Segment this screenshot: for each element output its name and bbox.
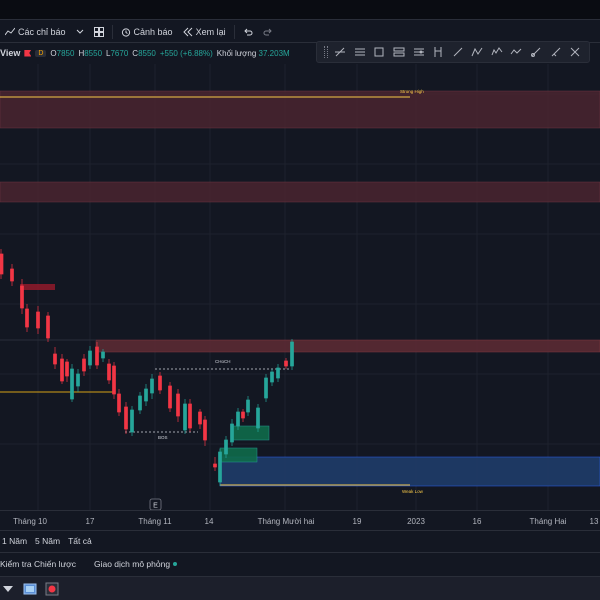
open-value: 7850	[56, 48, 75, 58]
symbol-name[interactable]: View	[0, 48, 20, 58]
close-value: 8550	[138, 48, 156, 58]
chart-toolbar: Các chỉ báo Cảnh báo Xem lại	[0, 21, 600, 43]
start-icon[interactable]	[0, 581, 16, 597]
trend-line-tool-icon[interactable]	[451, 45, 465, 59]
drawing-toolbar	[316, 41, 590, 63]
browser-icon[interactable]	[44, 581, 60, 597]
explorer-icon[interactable]	[22, 581, 38, 597]
status-dot	[173, 562, 178, 567]
range-selector: 1 Năm 5 Năm Tất cả	[0, 530, 600, 550]
channel-tool-icon[interactable]	[353, 45, 367, 59]
bos-label: BOS	[158, 435, 168, 440]
range-1y[interactable]: 1 Năm	[2, 536, 27, 546]
tab-strategy-tester[interactable]: Kiểm tra Chiến lược	[0, 559, 76, 569]
volume-key: Khối lượng	[216, 48, 257, 58]
time-tick: Tháng Hai	[529, 517, 567, 526]
bottom-panel-tabs: Kiểm tra Chiến lược Giao dịch mô phỏng	[0, 552, 600, 574]
flag-icon[interactable]	[24, 49, 32, 57]
replay-button[interactable]: Xem lại	[178, 21, 231, 42]
time-tick: Tháng Mười hai	[257, 517, 315, 526]
grid-icon	[93, 26, 104, 37]
alarm-clock-icon	[121, 27, 130, 37]
pitchfork-tool-icon[interactable]	[431, 45, 445, 59]
xabcd-tool-icon[interactable]	[470, 45, 484, 59]
redo-button[interactable]	[258, 21, 278, 42]
supply-zone-middle[interactable]	[0, 181, 600, 203]
indicators-icon	[5, 27, 15, 35]
order-block-red[interactable]	[20, 284, 55, 290]
demand-zone[interactable]	[219, 456, 600, 487]
tab-paper-trading[interactable]: Giao dịch mô phỏng	[93, 558, 178, 569]
ruler-tool-icon[interactable]	[549, 45, 563, 59]
rectangle-tool-icon[interactable]	[372, 45, 386, 59]
toolbar-divider	[111, 24, 113, 39]
change-value: +550 (+6.88%)	[159, 48, 213, 58]
range-all[interactable]: Tất cả	[68, 536, 92, 546]
order-block-green-1[interactable]	[231, 425, 270, 441]
redo-icon	[263, 28, 272, 35]
range-5y[interactable]: 5 Năm	[35, 536, 60, 546]
price-chart[interactable]: Strong High Weak Low CHoCH BOS E	[0, 64, 600, 510]
time-tick: Tháng 11	[138, 517, 172, 526]
indicators-button[interactable]: Các chỉ báo	[0, 21, 71, 42]
layouts-button[interactable]	[89, 21, 109, 42]
time-tick: 14	[204, 517, 214, 526]
strong-high-label: Strong High	[400, 89, 424, 94]
interval-badge: D	[35, 49, 47, 57]
rewind-icon	[182, 27, 192, 36]
lines-tool-icon[interactable]	[333, 45, 347, 59]
fib-tool-icon[interactable]	[392, 45, 406, 59]
close-icon[interactable]	[568, 45, 582, 59]
time-tick: 2023	[407, 517, 425, 526]
grid-lines	[0, 64, 600, 510]
undo-icon	[243, 28, 253, 35]
high-value: 8550	[84, 48, 103, 58]
time-tick: 16	[472, 517, 482, 526]
alerts-button[interactable]: Cảnh báo	[116, 21, 178, 42]
choch-label: CHoCH	[215, 359, 231, 364]
toolbar-divider	[233, 24, 235, 39]
path-tool-icon[interactable]	[509, 45, 523, 59]
time-tick: 13	[589, 517, 599, 526]
weak-low-label: Weak Low	[402, 489, 424, 494]
volume-value: 37.203M	[258, 48, 290, 58]
alerts-label: Cảnh báo	[133, 26, 173, 37]
tab-paper-trading-label: Giao dịch mô phỏng	[93, 558, 171, 569]
time-tick: Tháng 10	[13, 517, 47, 526]
taskbar	[0, 576, 600, 600]
supply-zone-choch[interactable]	[95, 339, 600, 353]
indicators-label: Các chỉ báo	[18, 26, 66, 37]
low-value: 7670	[110, 48, 129, 58]
time-tick: 19	[352, 517, 362, 526]
gann-tool-icon[interactable]	[412, 45, 426, 59]
undo-button[interactable]	[238, 21, 258, 42]
event-marker-label: E	[153, 503, 158, 510]
chevron-down-icon[interactable]	[71, 21, 89, 42]
replay-label: Xem lại	[195, 26, 226, 37]
brush-tool-icon[interactable]	[529, 45, 543, 59]
elliott-wave-tool-icon[interactable]	[490, 45, 504, 59]
symbol-legend: View D O7850 H8550 L7670 C8550 +550 (+6.…	[0, 46, 290, 60]
time-tick: 17	[85, 517, 95, 526]
drag-handle[interactable]	[323, 46, 328, 58]
time-axis[interactable]: Tháng 10 17 Tháng 11 14 Tháng Mười hai 1…	[0, 510, 600, 530]
top-bar	[0, 0, 600, 20]
